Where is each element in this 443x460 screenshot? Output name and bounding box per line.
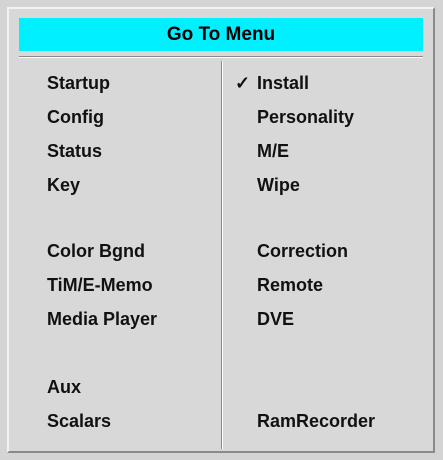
title-divider [19,56,423,58]
menu-item-color-bgnd[interactable]: Color Bgnd [47,236,145,266]
checkmark-icon: ✓ [235,73,251,93]
menu-item-media-player[interactable]: Media Player [47,304,157,334]
menu-item-remote-label: Remote [257,275,324,295]
go-to-menu-panel: Go To Menu Startup Config Status Key Col… [7,7,435,453]
menu-item-personality-label: Personality [257,107,355,127]
menu-item-install-label: Install [257,73,310,93]
menu-item-key[interactable]: Key [47,170,80,200]
menu-title: Go To Menu [19,18,423,51]
menu-item-startup[interactable]: Startup [47,68,110,98]
menu-item-time-memo[interactable]: TiM/E-Memo [47,270,153,300]
menu-item-dve-label: DVE [257,309,295,329]
menu-item-aux[interactable]: Aux [47,372,81,402]
menu-item-status[interactable]: Status [47,136,102,166]
menu-item-me-label: M/E [257,141,290,161]
menu-item-config[interactable]: Config [47,102,104,132]
menu-item-correction-label: Correction [257,241,349,261]
menu-item-scalars[interactable]: Scalars [47,406,111,436]
column-divider [221,61,223,449]
menu-item-wipe-label: Wipe [257,175,300,195]
menu-item-ramrecorder-label: RamRecorder [257,411,376,431]
